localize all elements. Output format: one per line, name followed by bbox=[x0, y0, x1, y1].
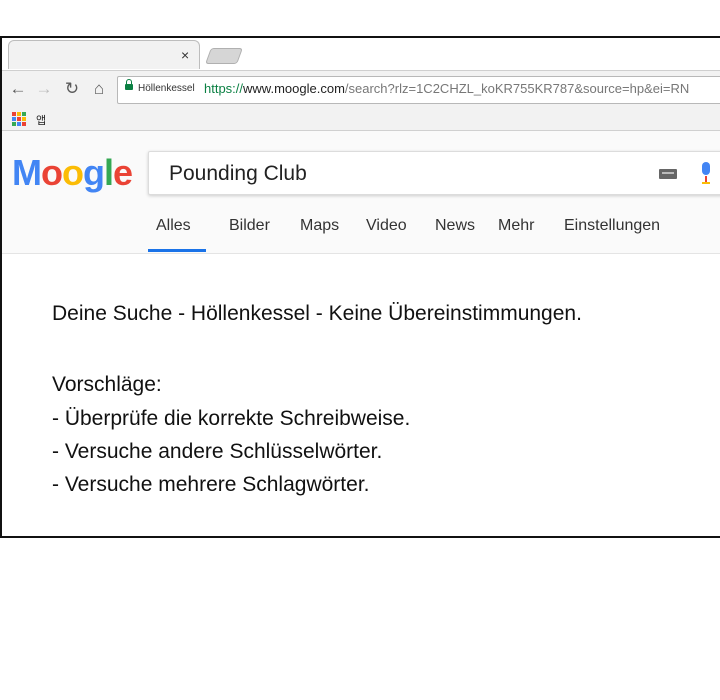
home-icon[interactable]: ⌂ bbox=[89, 79, 109, 99]
reload-icon[interactable]: ↻ bbox=[62, 79, 82, 99]
lock-icon bbox=[125, 79, 133, 90]
tab-mehr[interactable]: Mehr bbox=[498, 217, 534, 235]
close-icon[interactable]: × bbox=[181, 47, 189, 63]
logo-letter: l bbox=[104, 152, 114, 193]
site-identity-label: Höllenkessel bbox=[138, 83, 195, 94]
search-box[interactable]: Pounding Club bbox=[148, 151, 720, 195]
suggestion-item: - Überprüfe die korrekte Schreibweise. bbox=[52, 407, 411, 430]
logo-letter: M bbox=[12, 152, 42, 193]
search-input[interactable]: Pounding Club bbox=[169, 162, 307, 186]
tab-strip: × bbox=[2, 38, 720, 70]
active-tab-indicator bbox=[148, 249, 206, 252]
url-host: www.moogle.com bbox=[243, 81, 345, 96]
tab-maps[interactable]: Maps bbox=[300, 217, 339, 235]
forward-arrow-icon[interactable]: → bbox=[34, 79, 54, 99]
browser-toolbar: ← → ↻ ⌂ Höllenkessel https://www.moogle.… bbox=[2, 70, 720, 109]
microphone-icon[interactable] bbox=[701, 162, 711, 184]
apps-bookmark-label[interactable]: 앱 bbox=[36, 112, 46, 128]
suggestion-item: - Versuche andere Schlüsselwörter. bbox=[52, 440, 383, 463]
logo-letter: o bbox=[62, 152, 84, 193]
logo-letter: g bbox=[83, 152, 105, 193]
url-scheme: https:// bbox=[204, 81, 244, 96]
new-tab-button[interactable] bbox=[205, 48, 243, 64]
logo-letter: e bbox=[113, 152, 133, 193]
logo-letter: o bbox=[41, 152, 63, 193]
tab-news[interactable]: News bbox=[435, 217, 475, 235]
apps-grid-icon[interactable] bbox=[12, 112, 26, 126]
tab-video[interactable]: Video bbox=[366, 217, 407, 235]
suggestions-heading: Vorschläge: bbox=[52, 373, 162, 396]
url-path: /search?rlz=1C2CHZL_koKR755KR787&source=… bbox=[344, 81, 690, 96]
browser-tab[interactable]: × bbox=[8, 40, 200, 69]
moogle-logo[interactable]: Moogle bbox=[12, 152, 133, 194]
search-header: Moogle Pounding Club Alles Bilder Maps V… bbox=[2, 131, 720, 254]
bookmarks-bar: 앱 bbox=[2, 108, 720, 131]
no-results-message: Deine Suche - Höllenkessel - Keine Übere… bbox=[52, 302, 582, 325]
suggestion-item: - Versuche mehrere Schlagwörter. bbox=[52, 473, 370, 496]
url-text[interactable]: https://www.moogle.com/search?rlz=1C2CHZ… bbox=[204, 81, 689, 96]
back-arrow-icon[interactable]: ← bbox=[8, 79, 28, 99]
tab-alles[interactable]: Alles bbox=[156, 217, 191, 235]
keyboard-icon[interactable] bbox=[659, 169, 677, 179]
tab-bilder[interactable]: Bilder bbox=[229, 217, 270, 235]
tab-einstellungen[interactable]: Einstellungen bbox=[564, 217, 660, 235]
address-bar[interactable]: Höllenkessel https://www.moogle.com/sear… bbox=[117, 76, 720, 104]
